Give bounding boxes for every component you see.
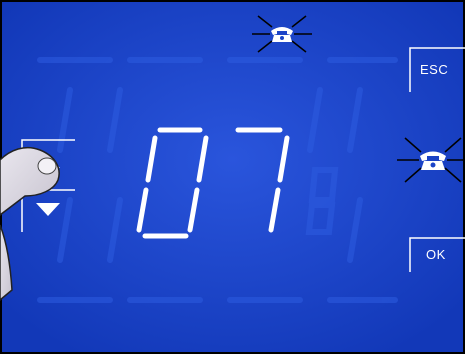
- esc-label: ESC: [420, 62, 449, 77]
- lcd-screen: [0, 0, 465, 354]
- ok-label: OK: [426, 247, 446, 262]
